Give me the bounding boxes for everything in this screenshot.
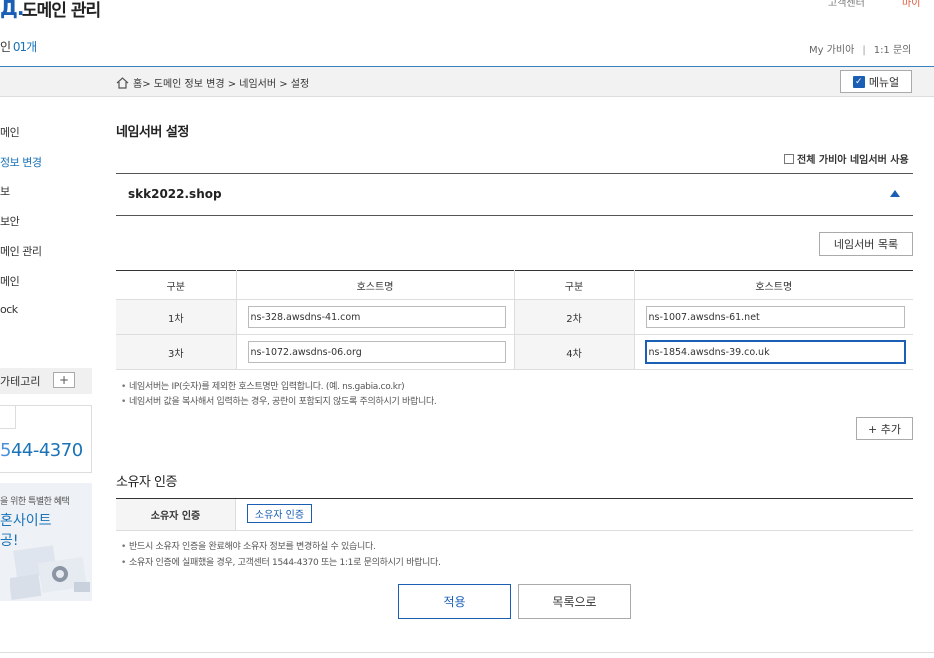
ns-input-cell	[634, 299, 913, 335]
column-header: 구분	[116, 270, 237, 300]
nameserver-table: 구분 호스트명 구분 호스트명 1차 2차 3차 4차	[116, 270, 913, 370]
domain-count: 인 01개	[0, 38, 37, 55]
manual-button[interactable]: ✓ 메뉴얼	[840, 70, 912, 93]
owner-note-2: 소유자 인증에 실패했을 경우, 고객센터 1544-4370 또는 1:1로 …	[121, 555, 441, 568]
category-label: 가테고리	[0, 375, 41, 388]
breadcrumb-path: > 도메인 정보 변경 > 네임서버 > 설정	[142, 79, 310, 90]
sidebar-item-domain[interactable]: 메인	[0, 124, 20, 140]
sidebar-item-domain-manage[interactable]: 메인 관리	[0, 243, 42, 259]
customer-phone: 544-4370	[0, 440, 83, 461]
sidebar-item-info[interactable]: 보	[0, 183, 10, 199]
chevron-down-icon: ✓	[852, 75, 865, 88]
category-add-button[interactable]: +	[53, 372, 75, 388]
manual-button-label: 메뉴얼	[868, 75, 900, 89]
sidebar-item-lock[interactable]: ock	[0, 303, 18, 316]
table-row: 1차 2차	[116, 299, 913, 335]
nameserver-2-input[interactable]	[645, 306, 905, 328]
page-title: 도메인 관리	[22, 1, 101, 21]
my-gabia-link[interactable]: My 가비아	[809, 45, 854, 56]
customer-center-inner	[0, 405, 16, 429]
nameserver-3-input[interactable]	[247, 341, 506, 363]
utility-links: My 가비아 | 1:1 문의	[809, 41, 911, 56]
promo-illustration	[10, 545, 90, 600]
footer-divider	[0, 652, 934, 653]
ns-order-label: 2차	[514, 299, 635, 335]
ns-input-cell	[236, 299, 515, 335]
ns-input-cell	[634, 334, 913, 370]
qna-link[interactable]: 1:1 문의	[874, 45, 912, 56]
owner-auth-title: 소유자 인증	[116, 475, 177, 490]
section-title: 네임서버 설정	[116, 125, 189, 140]
use-all-gabia-label[interactable]: 전체 가비아 네임서버 사용	[797, 151, 909, 166]
domain-count-label: 인	[0, 40, 13, 54]
top-link-mypage[interactable]: 마이	[902, 0, 920, 9]
nameserver-4-input[interactable]	[644, 340, 906, 364]
column-header: 호스트명	[634, 270, 913, 300]
collapse-triangle-icon[interactable]	[890, 190, 900, 197]
owner-note-1: 반드시 소유자 인증을 완료해야 소유자 정보를 변경하실 수 있습니다.	[121, 539, 376, 552]
breadcrumb-home[interactable]: 홈	[133, 75, 142, 90]
top-link-customer-center[interactable]: 고객센터	[828, 0, 865, 9]
owner-auth-label: 소유자 인증	[116, 499, 236, 530]
promo-title-line1: 혼사이트	[0, 513, 52, 529]
ns-order-label: 3차	[116, 334, 237, 370]
domain-name[interactable]: skk2022.shop	[128, 187, 222, 201]
apply-button[interactable]: 적용	[398, 584, 511, 619]
phone-rest: 44-4370	[10, 440, 83, 461]
breadcrumb: 홈 > 도메인 정보 변경 > 네임서버 > 설정	[116, 75, 309, 90]
sidebar-item-info-change[interactable]: 정보 변경	[0, 154, 42, 170]
table-row: 3차 4차	[116, 334, 913, 370]
ns-order-label: 1차	[116, 299, 237, 335]
domain-bar-top-border	[116, 173, 913, 174]
sidebar-item-domain-2[interactable]: 메인	[0, 273, 20, 289]
ns-input-cell	[236, 334, 515, 370]
ns-note-1: 네임서버는 IP(숫자)를 제외한 호스트명만 입력합니다. (예. ns.ga…	[121, 379, 405, 392]
domain-count-value[interactable]: 01개	[13, 40, 37, 54]
column-header: 구분	[514, 270, 635, 300]
column-header: 호스트명	[236, 270, 515, 300]
ns-order-label: 4차	[514, 334, 635, 370]
util-separator: |	[862, 45, 866, 56]
domain-bar-bottom-border	[116, 215, 913, 216]
table-header-row: 구분 호스트명 구분 호스트명	[116, 270, 913, 300]
use-all-gabia-checkbox[interactable]: 전체 가비아 네임서버 사용	[784, 151, 909, 166]
promo-subtitle: 을 위한 특별한 혜택	[0, 497, 70, 507]
owner-auth-button[interactable]: 소유자 인증	[247, 504, 312, 523]
ns-note-2: 네임서버 값을 복사해서 입력하는 경우, 공란이 포함되지 않도록 주의하시기…	[121, 394, 437, 407]
sidebar-item-security[interactable]: 보안	[0, 213, 20, 229]
nameserver-1-input[interactable]	[247, 306, 506, 328]
gabia-logo[interactable]: Д.	[0, 0, 24, 20]
phone-lead: 5	[0, 440, 11, 461]
add-nameserver-button[interactable]: + 추가	[856, 417, 913, 440]
home-icon[interactable]	[116, 76, 129, 89]
checkbox-icon[interactable]	[784, 153, 794, 164]
nameserver-list-button[interactable]: 네임서버 목록	[819, 232, 913, 256]
back-to-list-button[interactable]: 목록으로	[518, 584, 631, 619]
